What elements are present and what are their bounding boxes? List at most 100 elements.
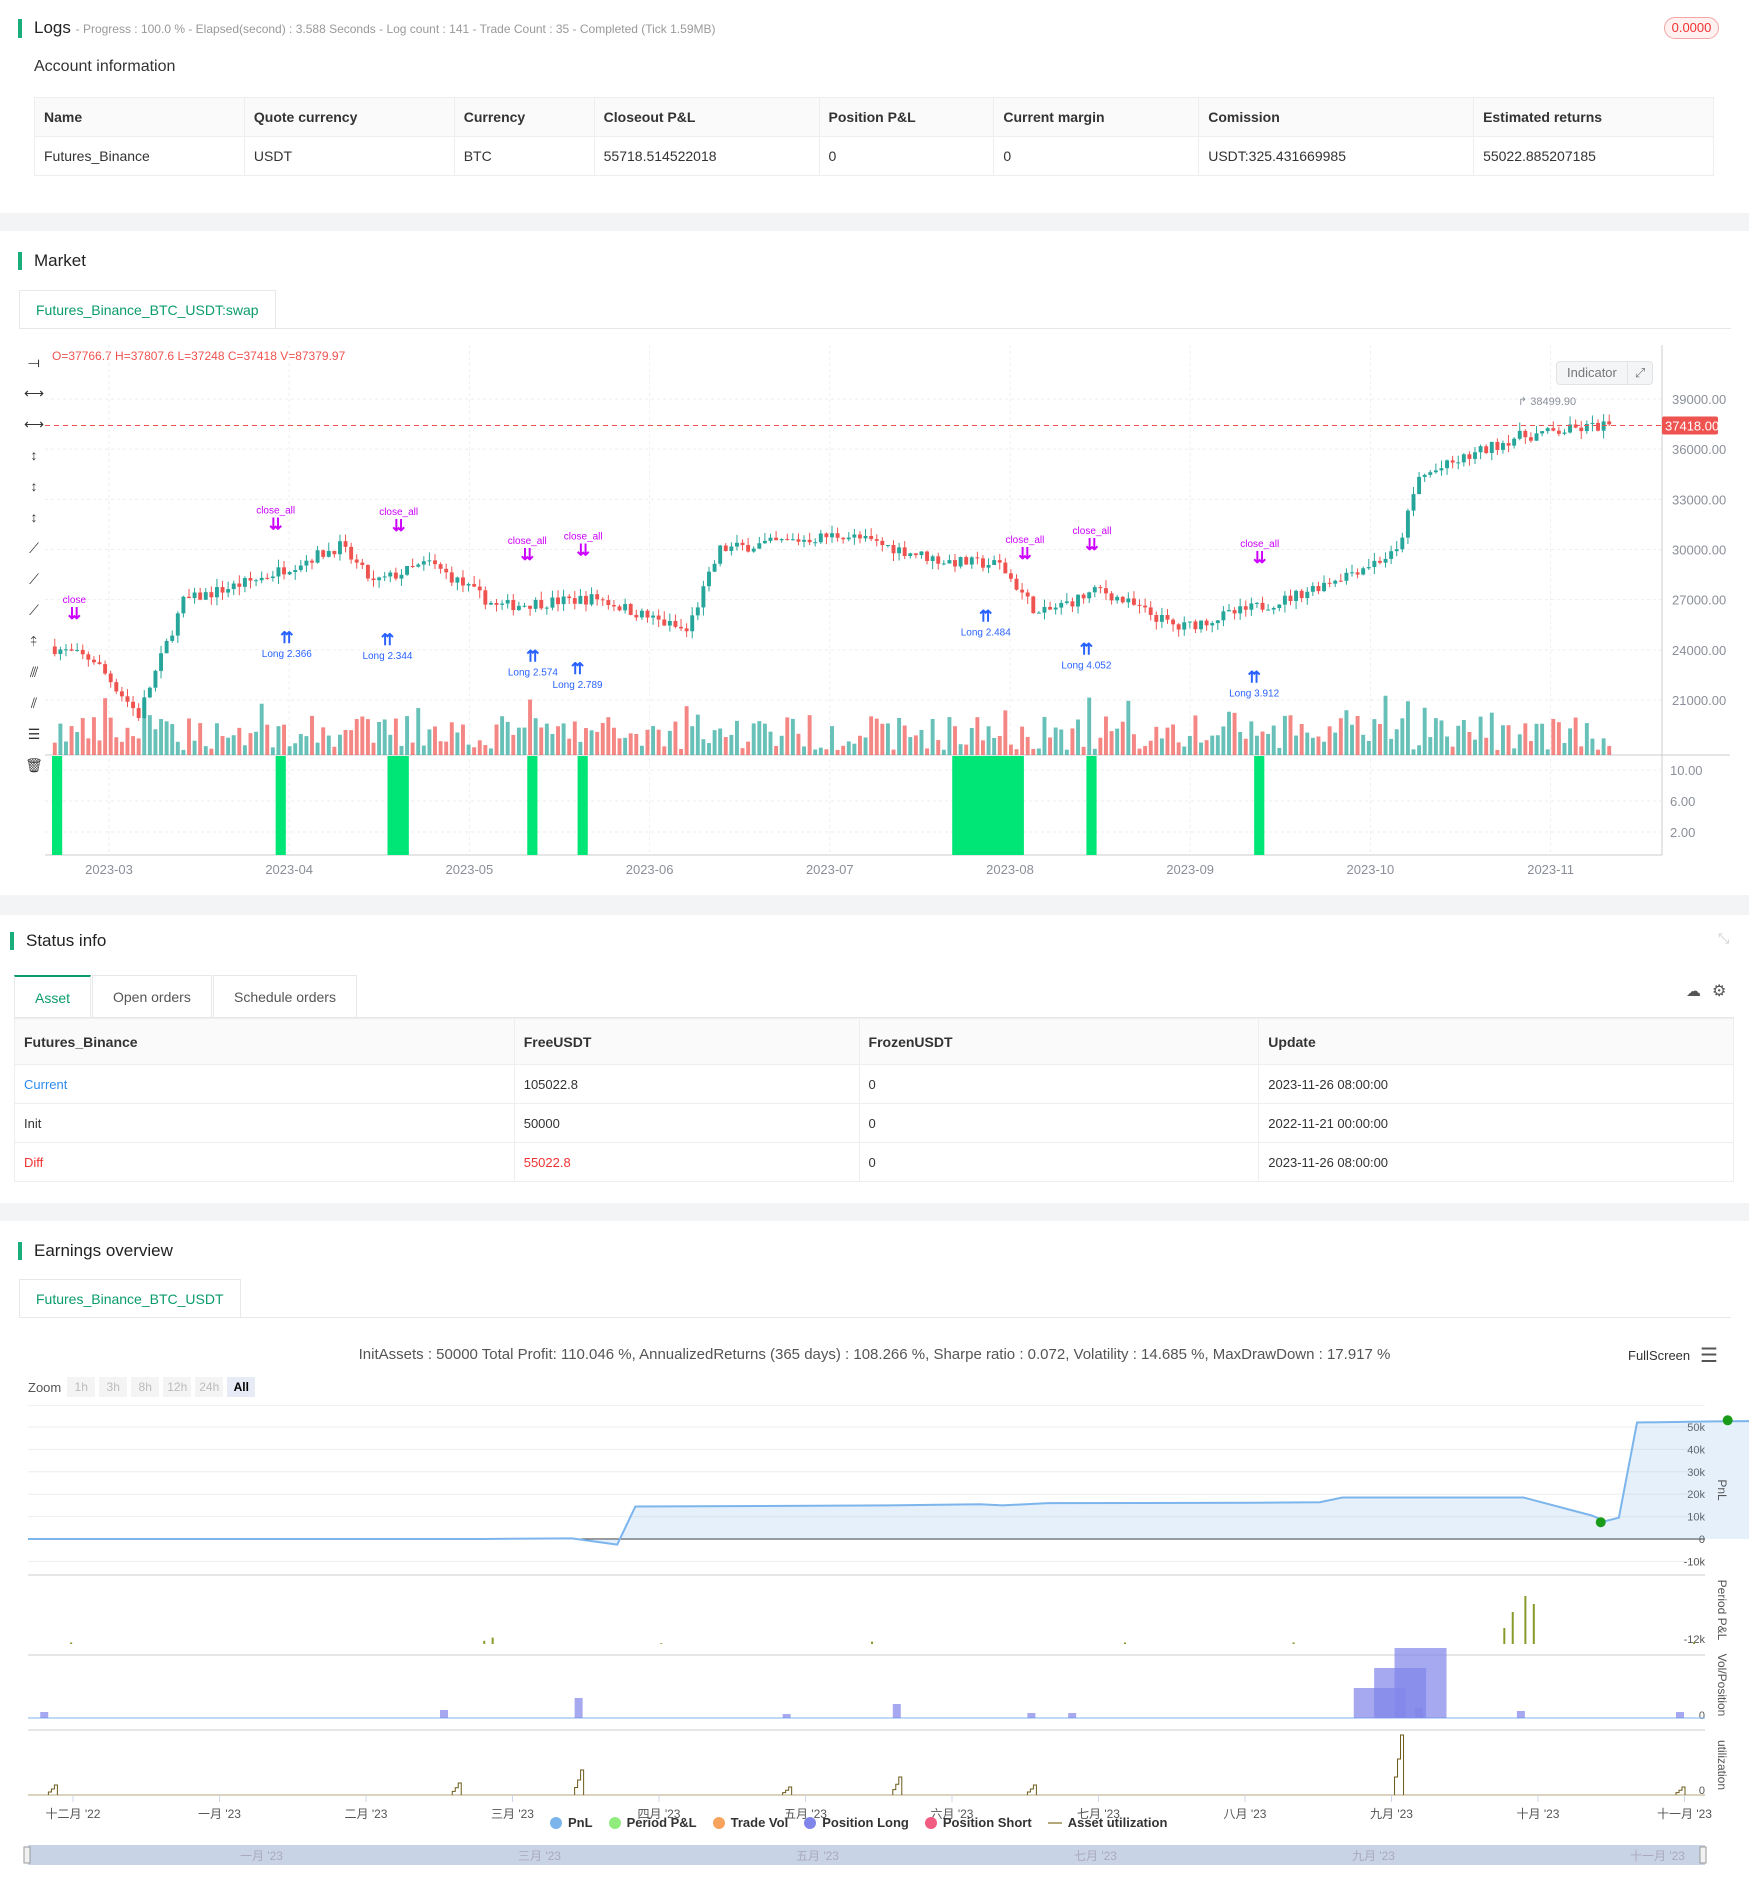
candle-body bbox=[858, 534, 862, 539]
cloud-download-icon[interactable]: ☁ bbox=[1686, 982, 1701, 1000]
candle-body bbox=[1411, 494, 1416, 511]
tab-schedule-orders[interactable]: Schedule orders bbox=[213, 975, 357, 1018]
legend-item[interactable]: Trade Vol bbox=[712, 1815, 788, 1830]
volume-bar bbox=[1199, 742, 1203, 755]
volume-bar bbox=[119, 741, 124, 755]
candle-body bbox=[561, 596, 566, 605]
menu-icon[interactable]: ☰ bbox=[1700, 1343, 1718, 1368]
volume-bar bbox=[1433, 718, 1438, 755]
volume-bar bbox=[1210, 735, 1215, 755]
volume-bar bbox=[595, 731, 600, 755]
zoom-button-1h[interactable]: 1h bbox=[67, 1377, 96, 1397]
volume-bar bbox=[600, 722, 605, 755]
candle-body bbox=[925, 551, 930, 562]
volume-bar bbox=[153, 729, 158, 755]
volume-bar bbox=[1059, 729, 1064, 755]
volume-bar bbox=[516, 727, 521, 755]
candle-body bbox=[869, 535, 874, 540]
candle-body bbox=[483, 590, 488, 605]
volume-bar bbox=[1120, 721, 1125, 755]
candle-body bbox=[1445, 460, 1450, 469]
asset-utilization-step bbox=[1026, 1784, 1037, 1795]
volume-bar bbox=[466, 744, 471, 755]
volume-bar bbox=[567, 738, 572, 755]
candle-body bbox=[533, 599, 538, 609]
zoom-bar: Zoom 1h 3h 8h 12h 24h All bbox=[28, 1377, 259, 1397]
candle-body bbox=[399, 574, 404, 579]
volume-bar bbox=[220, 736, 225, 755]
volume-bar bbox=[1590, 738, 1595, 755]
volume-bar bbox=[818, 747, 823, 755]
volume-bar bbox=[198, 723, 203, 755]
candle-body bbox=[1182, 622, 1187, 630]
market-chart[interactable]: 39000.00 36000.00 33000.00 30000.00 27000.00… bbox=[0, 340, 1749, 880]
candle-body bbox=[908, 553, 913, 557]
legend-item[interactable]: Position Long bbox=[804, 1815, 909, 1830]
zoom-button-All[interactable]: All bbox=[227, 1377, 256, 1397]
date-tick-label: 2023-05 bbox=[446, 862, 494, 877]
volume-bar bbox=[623, 737, 628, 755]
table-row: Init 50000 0 2022-11-21 00:00:00 bbox=[14, 1103, 1734, 1143]
candle-body bbox=[835, 533, 840, 538]
volume-bar bbox=[1445, 736, 1450, 755]
tab-market-symbol[interactable]: Futures_Binance_BTC_USDT:swap bbox=[19, 290, 276, 329]
gear-icon[interactable]: ⚙ bbox=[1712, 981, 1726, 1001]
volume-bar bbox=[841, 745, 846, 755]
volume-bar bbox=[52, 742, 57, 755]
volume-bar bbox=[1036, 748, 1041, 755]
zoom-button-12h[interactable]: 12h bbox=[163, 1377, 192, 1397]
volume-bar bbox=[1556, 722, 1561, 755]
period-pnl-bar bbox=[70, 1642, 73, 1644]
candle-body bbox=[1193, 621, 1198, 630]
collapse-icon[interactable]: ⤡ bbox=[1718, 930, 1729, 947]
date-tick-label: 2023-08 bbox=[986, 862, 1034, 877]
volume-bar bbox=[187, 718, 191, 755]
zoom-button-24h[interactable]: 24h bbox=[195, 1377, 224, 1397]
candle-body bbox=[1115, 596, 1120, 601]
tab-open-orders[interactable]: Open orders bbox=[92, 975, 212, 1018]
volume-bar bbox=[1316, 736, 1321, 755]
zoom-button-8h[interactable]: 8h bbox=[131, 1377, 160, 1397]
candle-body bbox=[1383, 558, 1388, 563]
volume-bar bbox=[293, 743, 298, 755]
volume-bar bbox=[444, 741, 449, 755]
legend: PnL Period P&L Trade Vol Position Long Posit… bbox=[550, 1815, 1183, 1830]
volume-bar bbox=[634, 733, 639, 755]
candle-body bbox=[1277, 604, 1282, 608]
cell: 55718.514522018 bbox=[593, 136, 820, 176]
volume-bar bbox=[276, 726, 281, 755]
arrow-down-icon: ⇊ bbox=[521, 547, 534, 564]
candle-body bbox=[360, 562, 365, 565]
volume-bar bbox=[455, 732, 460, 755]
candle-body bbox=[1014, 578, 1019, 590]
volume-bar bbox=[511, 734, 516, 755]
position-long-bar bbox=[40, 1712, 49, 1718]
legend-item[interactable]: Period P&L bbox=[608, 1815, 697, 1830]
volume-bar bbox=[159, 719, 163, 755]
cell: Init bbox=[14, 1103, 515, 1143]
candle-body bbox=[740, 542, 745, 546]
zoom-button-3h[interactable]: 3h bbox=[99, 1377, 128, 1397]
fullscreen-button[interactable]: FullScreen bbox=[1628, 1348, 1690, 1363]
legend-item[interactable]: PnL bbox=[550, 1815, 593, 1830]
zoom-label: Zoom bbox=[28, 1379, 62, 1395]
candle-body bbox=[315, 550, 320, 563]
volume-bar bbox=[1568, 728, 1573, 755]
tab-earnings-symbol[interactable]: Futures_Binance_BTC_USDT bbox=[19, 1279, 241, 1318]
candle-body bbox=[1316, 586, 1321, 592]
candle-body bbox=[1048, 606, 1053, 610]
volume-bar bbox=[908, 737, 913, 755]
indicator-bar bbox=[952, 756, 1024, 855]
legend-item[interactable]: Position Short bbox=[924, 1815, 1032, 1830]
volume-bar bbox=[326, 735, 331, 755]
candle-body bbox=[226, 589, 231, 593]
volume-bar bbox=[751, 723, 756, 755]
position-long-bar bbox=[1675, 1712, 1684, 1718]
month-tick-label: 二月 '23 bbox=[345, 1807, 388, 1821]
volume-bar bbox=[846, 741, 851, 755]
tab-asset[interactable]: Asset bbox=[14, 975, 92, 1019]
volume-bar bbox=[226, 737, 231, 755]
legend-item[interactable]: Asset utilization bbox=[1047, 1815, 1167, 1830]
volume-bar bbox=[880, 723, 885, 755]
volume-bar bbox=[304, 736, 309, 755]
